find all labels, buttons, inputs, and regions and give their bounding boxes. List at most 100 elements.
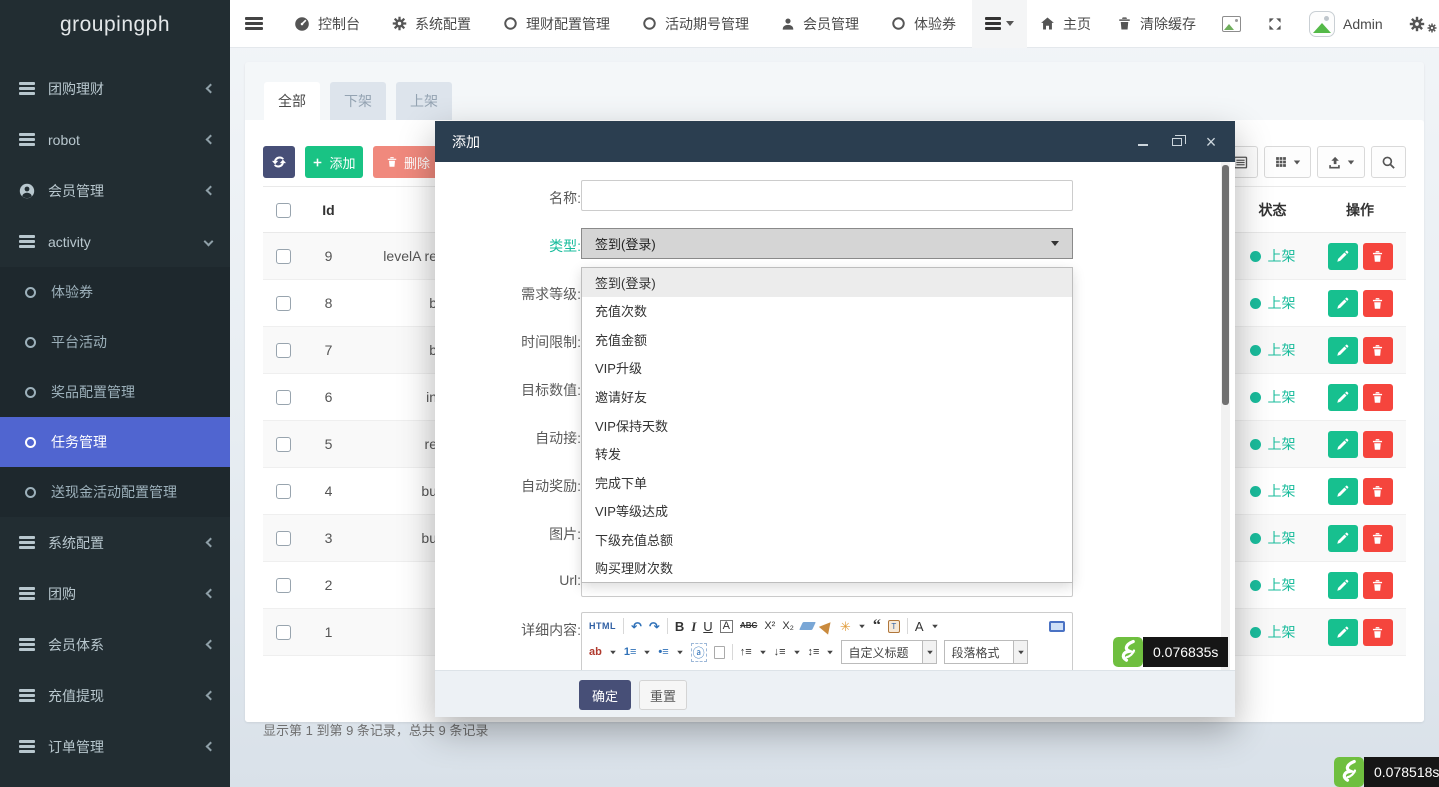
edit-button[interactable]: [1328, 384, 1358, 411]
ordered-list-button[interactable]: 1≡: [624, 647, 637, 658]
select-all-checkbox[interactable]: [276, 203, 291, 218]
export-button[interactable]: [1317, 146, 1365, 178]
nav-dashboard[interactable]: 控制台: [278, 0, 376, 48]
dropdown-option[interactable]: VIP等级达成: [582, 496, 1072, 525]
dropdown-option[interactable]: 完成下单: [582, 468, 1072, 497]
edit-button[interactable]: [1328, 337, 1358, 364]
delete-row-button[interactable]: [1363, 243, 1393, 270]
delete-row-button[interactable]: [1363, 572, 1393, 599]
dialog-header[interactable]: 添加 ×: [435, 121, 1235, 162]
sidebar-item-member-system[interactable]: 会员体系: [0, 619, 230, 670]
dropdown-option[interactable]: 充值金额: [582, 325, 1072, 354]
dropdown-option[interactable]: 下级充值总额: [582, 525, 1072, 554]
fullscreen-editor-icon[interactable]: [1049, 621, 1065, 632]
edit-button[interactable]: [1328, 243, 1358, 270]
eraser-icon[interactable]: [799, 622, 816, 630]
fullscreen-button[interactable]: [1254, 0, 1296, 48]
close-icon[interactable]: ×: [1204, 135, 1218, 149]
nav-coupon[interactable]: 体验券: [875, 0, 972, 48]
paragraph-format-caret[interactable]: [1014, 640, 1028, 664]
paragraph-format-select[interactable]: 段落格式: [944, 640, 1014, 664]
row-checkbox[interactable]: [276, 531, 291, 546]
heading-select[interactable]: 自定义标题: [841, 640, 923, 664]
sidebar-subitem-task-management[interactable]: 任务管理: [0, 417, 230, 467]
subscript-button[interactable]: X₂: [782, 621, 794, 632]
underline-button[interactable]: U: [703, 620, 712, 633]
scrollbar-thumb[interactable]: [1222, 165, 1229, 405]
superscript-button[interactable]: X²: [764, 621, 775, 632]
row-checkbox[interactable]: [276, 296, 291, 311]
edit-button[interactable]: [1328, 572, 1358, 599]
strikethrough-button[interactable]: ABC: [740, 622, 757, 630]
nav-clear-cache[interactable]: 清除缓存: [1104, 0, 1209, 48]
row-checkbox[interactable]: [276, 343, 291, 358]
sidebar-subitem-coupon[interactable]: 体验券: [0, 267, 230, 317]
nav-language-button[interactable]: [1209, 0, 1254, 48]
format-brush-icon[interactable]: [819, 618, 835, 634]
highlight-button[interactable]: ab: [589, 647, 602, 658]
edit-button[interactable]: [1328, 290, 1358, 317]
dropdown-option[interactable]: VIP保持天数: [582, 411, 1072, 440]
dropdown-option[interactable]: 邀请好友: [582, 382, 1072, 411]
paragraph-space-top-button[interactable]: ↑≡: [740, 647, 752, 658]
sidebar-item-activity[interactable]: activity: [0, 216, 230, 267]
line-height-button[interactable]: ↕≡: [808, 647, 820, 658]
dropdown-option[interactable]: 签到(登录): [582, 268, 1072, 297]
settings-button[interactable]: [1396, 0, 1439, 48]
columns-button[interactable]: [1264, 146, 1311, 178]
delete-row-button[interactable]: [1363, 290, 1393, 317]
nav-members[interactable]: 会员管理: [765, 0, 875, 48]
minimize-button[interactable]: [1136, 135, 1150, 149]
undo-icon[interactable]: ↶: [631, 620, 642, 633]
nav-activity-period[interactable]: 活动期号管理: [626, 0, 765, 48]
dropdown-option[interactable]: 购买理财次数: [582, 553, 1072, 582]
maximize-button[interactable]: [1170, 135, 1184, 149]
sidebar-item-group-finance[interactable]: 团购理财: [0, 63, 230, 114]
font-color-button[interactable]: A: [915, 620, 924, 633]
tab-offline[interactable]: 下架: [330, 82, 386, 120]
row-checkbox[interactable]: [276, 390, 291, 405]
row-checkbox[interactable]: [276, 437, 291, 452]
tab-all[interactable]: 全部: [264, 82, 320, 120]
paste-text-icon[interactable]: T: [888, 620, 900, 633]
sidebar-subitem-platform-activity[interactable]: 平台活动: [0, 317, 230, 367]
nav-list-dropdown-button[interactable]: [972, 0, 1027, 48]
delete-row-button[interactable]: [1363, 619, 1393, 646]
italic-button[interactable]: I: [691, 620, 696, 633]
unordered-list-button[interactable]: •≡: [658, 647, 668, 658]
anchor-button[interactable]: ⓐ: [691, 643, 707, 662]
autotype-icon[interactable]: ✳: [840, 620, 851, 633]
new-page-icon[interactable]: [714, 646, 725, 659]
sidebar-item-groupbuy[interactable]: 团购: [0, 568, 230, 619]
sidebar-item-recharge-withdraw[interactable]: 充值提现: [0, 670, 230, 721]
blockquote-button[interactable]: “: [873, 618, 881, 634]
reset-button[interactable]: 重置: [639, 680, 687, 710]
sidebar-item-members[interactable]: 会员管理: [0, 165, 230, 216]
row-checkbox[interactable]: [276, 249, 291, 264]
name-input[interactable]: [581, 180, 1073, 211]
sidebar-subitem-cash-activity-config[interactable]: 送现金活动配置管理: [0, 467, 230, 517]
tab-online[interactable]: 上架: [396, 82, 452, 120]
row-checkbox[interactable]: [276, 484, 291, 499]
delete-row-button[interactable]: [1363, 525, 1393, 552]
sidebar-item-robot[interactable]: robot: [0, 114, 230, 165]
html-source-button[interactable]: HTML: [589, 622, 616, 631]
nav-home[interactable]: 主页: [1027, 0, 1104, 48]
delete-row-button[interactable]: [1363, 337, 1393, 364]
redo-icon[interactable]: ↷: [649, 620, 660, 633]
nav-system-config[interactable]: 系统配置: [376, 0, 487, 48]
add-button[interactable]: 添加: [305, 146, 363, 178]
row-checkbox[interactable]: [276, 625, 291, 640]
delete-row-button[interactable]: [1363, 384, 1393, 411]
refresh-button[interactable]: [263, 146, 295, 178]
font-border-button[interactable]: A: [720, 620, 733, 633]
dialog-scrollbar[interactable]: [1221, 162, 1230, 670]
sidebar-item-system-config[interactable]: 系统配置: [0, 517, 230, 568]
row-checkbox[interactable]: [276, 578, 291, 593]
delete-button[interactable]: 删除: [373, 146, 443, 178]
search-button[interactable]: [1371, 146, 1406, 178]
user-menu[interactable]: Admin: [1296, 0, 1396, 48]
sidebar-toggle-button[interactable]: [230, 0, 278, 48]
delete-row-button[interactable]: [1363, 431, 1393, 458]
bold-button[interactable]: B: [675, 620, 684, 633]
